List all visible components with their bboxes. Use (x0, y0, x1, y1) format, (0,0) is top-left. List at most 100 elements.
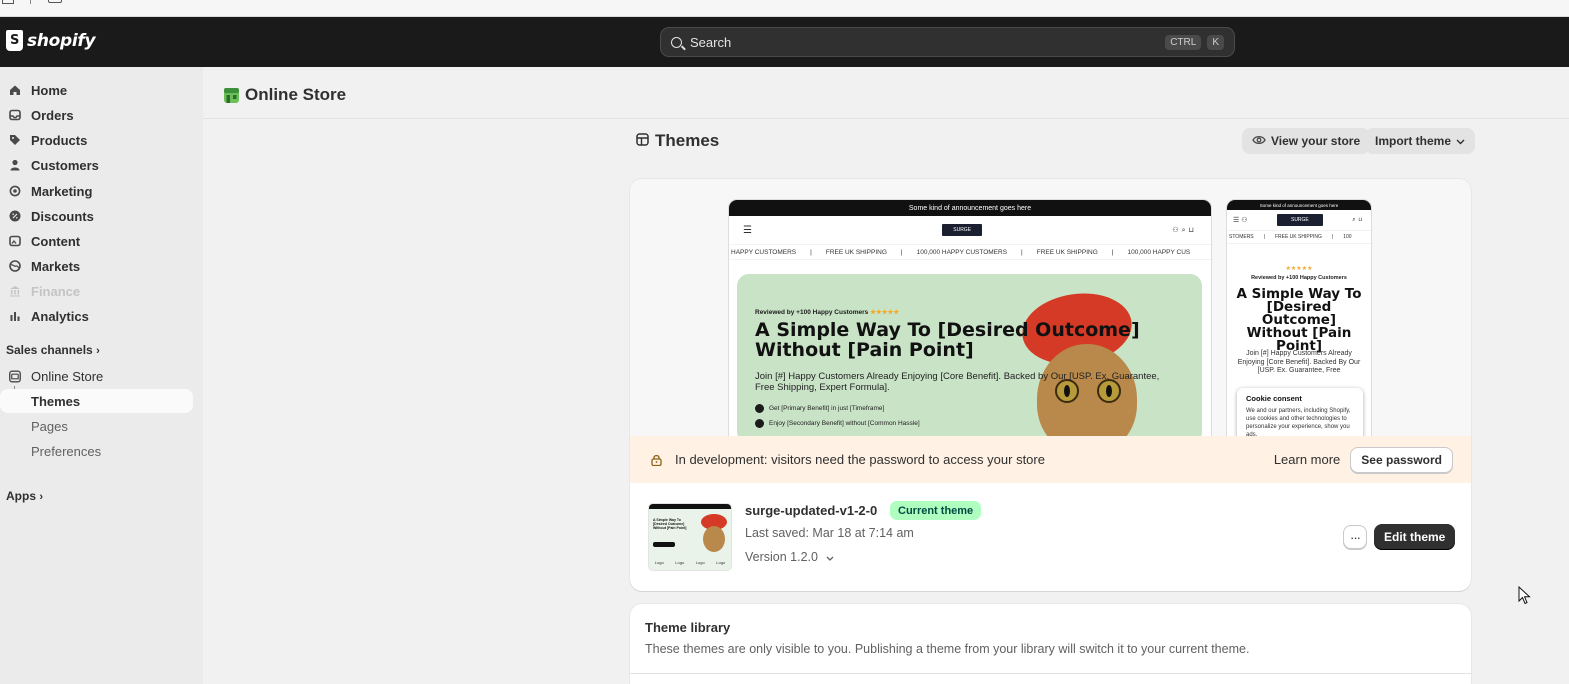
shortcut-key-ctrl: CTRL (1165, 34, 1202, 50)
learn-more-link[interactable]: Learn more (1274, 452, 1340, 467)
theme-thumbnail[interactable]: A Simple Way To [Desired Outcome] Withou… (649, 504, 731, 570)
sidebar-item-label: Analytics (31, 308, 89, 324)
thumb-headline: A Simple Way To [Desired Outcome] Withou… (653, 518, 687, 530)
sidebar-item-analytics[interactable]: Analytics (0, 304, 193, 328)
mobile-preview-nav: ☰ ⚇ SURGE ⌕⊔ (1227, 210, 1371, 230)
sidebar-item-orders[interactable]: Orders (0, 103, 193, 127)
shopify-logo[interactable]: shopify (6, 30, 96, 51)
sales-channels-label: Sales channels (6, 343, 93, 357)
current-theme-card: Some kind of announcement goes here ☰ SU… (630, 179, 1471, 591)
import-theme-button[interactable]: Import theme (1365, 128, 1476, 154)
sidebar-item-marketing[interactable]: Marketing (0, 179, 193, 203)
search-icon (671, 36, 682, 48)
sidebar-item-label: Content (31, 233, 81, 249)
sidebar-item-content[interactable]: Content (0, 229, 193, 253)
sidebar-item-label: Discounts (31, 208, 94, 224)
benefit-item: Enjoy [Secondary Benefit] without [Commo… (755, 419, 920, 428)
bar-chart-icon (9, 310, 21, 322)
divider (630, 673, 1471, 674)
thumb-button (653, 542, 675, 547)
inbox-icon (9, 109, 21, 121)
preview-logo: SURGE (942, 224, 983, 236)
menu-icon: ☰ (743, 224, 752, 236)
ticker-text: FREE UK SHIPPING (1036, 248, 1098, 256)
ticker-text: 100,000 HAPPY CUSTOMERS (916, 248, 1008, 256)
ticker-text: STOMERS (1229, 234, 1254, 240)
themes-title: Themes (655, 131, 720, 150)
preview-headline: A Simple Way To [Desired Outcome] Withou… (755, 319, 1140, 361)
stars: ★★★★★ (870, 309, 900, 316)
sidebar-item-themes[interactable]: Themes (0, 389, 193, 413)
sidebar-item-pages[interactable]: Pages (31, 419, 68, 434)
sidebar-item-label: Products (31, 132, 88, 148)
sidebar-item-products[interactable]: Products (0, 128, 193, 152)
theme-name: surge-updated-v1-2-0 (745, 503, 878, 518)
sidebar-item-label: Customers (31, 157, 99, 173)
mobile-preview-logo: SURGE (1276, 214, 1323, 226)
sidebar-item-online-store[interactable]: Online Store (0, 364, 193, 388)
mobile-ticker: STOMERS | FREE UK SHIPPING | 100 (1227, 230, 1371, 244)
search-input[interactable]: Search CTRL K (660, 27, 1235, 57)
sidebar-item-label: Home (31, 82, 68, 98)
preview-hero: Reviewed by +100 Happy Customers ★★★★★ A… (737, 274, 1202, 436)
theme-preview[interactable]: Some kind of announcement goes here ☰ SU… (630, 179, 1471, 436)
apps-header[interactable]: Apps › (6, 489, 43, 503)
sidebar-item-finance: Finance (0, 279, 193, 303)
grid-icon[interactable] (2, 0, 14, 4)
account-search-cart-icons: ⚇⌕⊔ (1172, 226, 1197, 234)
benefit-text: Enjoy [Secondary Benefit] without [Commo… (769, 420, 920, 427)
version-label: Version 1.2.0 (745, 550, 818, 564)
lock-icon (651, 454, 662, 466)
version-dropdown[interactable]: Version 1.2.0 (745, 550, 834, 564)
chevron-down-icon (826, 550, 834, 564)
menu-icon: ☰ ⚇ (1233, 217, 1248, 224)
theme-library-description: These themes are only visible to you. Pu… (645, 642, 1250, 656)
theme-icon (636, 131, 649, 151)
sidebar: Home Orders Products Customers Marketing… (0, 67, 203, 684)
check-circle-icon (755, 419, 764, 428)
tag-icon (9, 134, 21, 146)
see-password-button[interactable]: See password (1350, 446, 1453, 473)
page-title: Online Store (223, 85, 346, 105)
sidebar-item-customers[interactable]: Customers (0, 153, 193, 177)
mobile-reviewed: Reviewed by +100 Happy Customers (1251, 275, 1347, 281)
edit-theme-button[interactable]: Edit theme (1374, 524, 1456, 550)
sidebar-item-label: Themes (31, 393, 81, 409)
more-actions-button[interactable]: ··· (1343, 525, 1367, 549)
ticker-text: | (1111, 248, 1114, 256)
sidebar-item-home[interactable]: Home (0, 78, 193, 102)
thumb-logo-text: Logo (716, 560, 726, 565)
theme-library-title: Theme library (645, 620, 731, 635)
benefit-text: Get [Primary Benefit] in just [Timeframe… (769, 405, 885, 412)
ticker-text: 100 (1343, 234, 1352, 240)
brand-name: shopify (27, 30, 96, 51)
import-theme-label: Import theme (1375, 134, 1452, 148)
ticker-text: 100,000 HAPPY CUS (1127, 248, 1191, 256)
home-icon (9, 84, 21, 96)
check-circle-icon (755, 404, 764, 413)
eye-icon (1252, 134, 1266, 148)
target-icon (9, 185, 21, 197)
sidebar-item-label: Orders (31, 107, 74, 123)
sales-channels-header[interactable]: Sales channels › (6, 343, 100, 357)
mobile-announcement-bar: Some kind of announcement goes here (1227, 200, 1371, 210)
window-icon[interactable] (48, 0, 62, 3)
reviewed-text: Reviewed by +100 Happy Customers (755, 309, 869, 316)
search-placeholder: Search (690, 34, 732, 50)
cookie-consent-popup: Cookie consent We and our partners, incl… (1237, 388, 1363, 436)
thumb-logo-text: Logo (675, 560, 685, 565)
shopify-bag-icon (6, 30, 23, 51)
ticker-text: FREE UK SHIPPING (1274, 234, 1322, 240)
window-toolbar (0, 0, 1569, 17)
chevron-right-icon: › (39, 491, 44, 503)
ticker-text: | (1263, 234, 1265, 240)
toolbar-divider (30, 0, 31, 4)
preview-ticker: HAPPY CUSTOMERS | FREE UK SHIPPING | 100… (729, 244, 1211, 260)
sidebar-item-discounts[interactable]: Discounts (0, 204, 193, 228)
page-header: Online Store (203, 67, 1569, 119)
sidebar-item-markets[interactable]: Markets (0, 254, 193, 278)
person-icon (9, 159, 21, 171)
sidebar-item-preferences[interactable]: Preferences (31, 444, 101, 459)
view-store-button[interactable]: View your store (1242, 128, 1371, 154)
thumb-cat (703, 526, 725, 552)
